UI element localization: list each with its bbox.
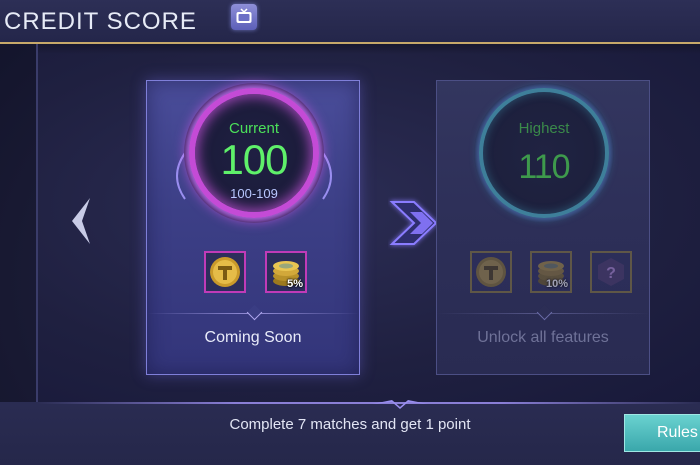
coin-stack-badge: 5% <box>287 278 303 290</box>
rules-button[interactable]: Rules <box>624 414 700 452</box>
svg-text:?: ? <box>606 265 616 282</box>
card-caret <box>246 304 263 321</box>
previous-arrow-icon[interactable] <box>68 196 94 246</box>
page-title: CREDIT SCORE <box>4 8 197 35</box>
card-caret <box>536 304 553 321</box>
current-score-value: 100 <box>220 136 288 183</box>
bottom-bar <box>0 402 700 465</box>
feature-gold-token[interactable] <box>204 251 246 293</box>
current-score-range: 100-109 <box>230 186 278 201</box>
feature-gold-token-locked[interactable] <box>470 251 512 293</box>
mystery-icon: ? <box>598 258 624 286</box>
feature-coin-stack-locked[interactable]: 10% <box>530 251 572 293</box>
current-card-footer: Coming Soon <box>204 329 302 346</box>
ornament-icon <box>372 400 428 409</box>
highest-card-footer: Unlock all features <box>477 329 609 346</box>
gold-token-icon <box>210 257 240 287</box>
current-label: Current <box>228 120 280 137</box>
current-score-card: Current 100 100-109 5% Coming Soon <box>146 80 360 375</box>
highest-score-card: Highest 110 10% ? Unlock all features <box>436 80 650 375</box>
highest-score-ring: Highest 110 <box>479 88 609 218</box>
bottom-divider <box>36 402 700 404</box>
tv-icon[interactable] <box>231 4 257 30</box>
highest-score-value: 110 <box>518 148 570 186</box>
header-bar: CREDIT SCORE <box>0 0 700 44</box>
gold-token-icon <box>476 257 506 287</box>
wing-ornament-right <box>322 152 332 200</box>
current-score-ring: Current 100 100-109 <box>189 88 319 218</box>
feature-mystery-locked[interactable]: ? <box>590 251 632 293</box>
highest-label: Highest <box>518 120 570 137</box>
feature-coin-stack[interactable]: 5% <box>265 251 307 293</box>
coin-stack-badge: 10% <box>545 278 568 290</box>
progress-hint: Complete 7 matches and get 1 point <box>229 416 471 433</box>
